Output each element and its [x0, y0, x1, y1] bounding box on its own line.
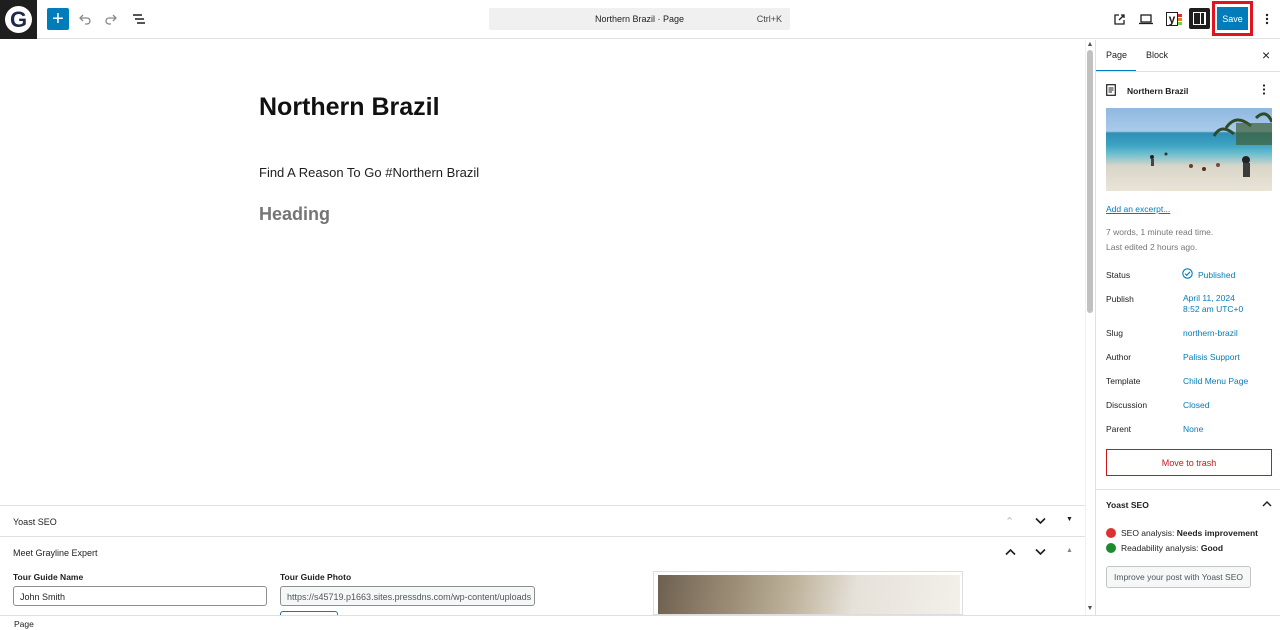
external-link-icon [1113, 13, 1125, 25]
template-label: Template [1106, 376, 1141, 386]
parent-label: Parent [1106, 424, 1132, 434]
undo-button[interactable] [74, 8, 96, 30]
more-vertical-icon [1265, 13, 1269, 25]
site-logo-button[interactable]: G [0, 0, 37, 39]
move-to-trash-button[interactable]: Move to trash [1106, 449, 1272, 476]
save-button[interactable]: Save [1217, 7, 1248, 30]
beach-scene-image [1150, 112, 1272, 177]
list-view-button[interactable] [128, 8, 150, 30]
yoast-seo-metabox-header[interactable]: Yoast SEO ⌃ ▼ [0, 505, 1085, 536]
divider [1096, 489, 1280, 490]
settings-sidebar: Page Block × Northern Brazil Add an exce… [1095, 40, 1280, 615]
post-title[interactable]: Northern Brazil [259, 93, 440, 122]
publish-label: Publish [1106, 294, 1134, 304]
add-excerpt-link[interactable]: Add an excerpt... [1106, 204, 1170, 214]
logo-letter: G [5, 6, 32, 33]
status-value[interactable]: Published [1198, 270, 1235, 280]
template-value[interactable]: Child Menu Page [1183, 376, 1248, 386]
desktop-preview-icon [1139, 14, 1153, 25]
list-view-icon [133, 14, 145, 24]
heading-block[interactable]: Heading [259, 204, 330, 225]
chevron-up-icon[interactable]: ⌃ [1005, 515, 1014, 528]
preview-button[interactable] [1135, 8, 1157, 30]
settings-sidebar-toggle[interactable] [1189, 8, 1210, 29]
yoast-icon: y [1165, 12, 1183, 26]
redo-button[interactable] [100, 8, 122, 30]
redo-icon [105, 14, 117, 25]
chevron-down-icon[interactable] [1035, 517, 1046, 525]
close-icon[interactable]: × [1262, 47, 1270, 63]
view-page-button[interactable] [1108, 8, 1130, 30]
chevron-down-icon[interactable] [1035, 548, 1046, 556]
author-value[interactable]: Palisis Support [1183, 352, 1240, 362]
paragraph-block[interactable]: Find A Reason To Go #Northern Brazil [259, 165, 479, 180]
add-icon: + [52, 8, 64, 30]
tab-block[interactable]: Block [1146, 50, 1168, 60]
discussion-value[interactable]: Closed [1183, 400, 1209, 410]
tour-guide-name-input[interactable]: John Smith [13, 586, 267, 606]
metabox-title: Yoast SEO [13, 517, 57, 527]
undo-icon [79, 14, 91, 25]
yoast-button[interactable]: y [1161, 8, 1183, 30]
add-block-button[interactable]: + [47, 8, 69, 30]
discussion-label: Discussion [1106, 400, 1148, 410]
canvas-scroll-thumb[interactable] [1087, 50, 1093, 313]
scroll-up-icon[interactable]: ▲ [1086, 41, 1094, 48]
page-icon [1106, 84, 1116, 96]
caret-down-icon[interactable]: ▼ [1066, 516, 1073, 523]
tour-guide-name-label: Tour Guide Name [13, 572, 84, 582]
author-label: Author [1106, 352, 1132, 362]
status-label: Status [1106, 270, 1131, 280]
editor-top-bar: G + Northern Brazil · Page Ctrl+K y Save [0, 0, 1280, 39]
metabox-title: Meet Grayline Expert [13, 548, 98, 558]
breadcrumb-item[interactable]: Page [14, 619, 34, 629]
tour-guide-photo-image [658, 575, 960, 614]
featured-image[interactable] [1106, 108, 1272, 191]
command-palette-button[interactable]: Northern Brazil · Page Ctrl+K [489, 8, 790, 30]
scroll-down-icon[interactable]: ▼ [1086, 605, 1094, 612]
yoast-panel-title[interactable]: Yoast SEO [1106, 500, 1149, 510]
readability-good-face-icon [1106, 543, 1116, 553]
last-edited: Last edited 2 hours ago. [1106, 242, 1198, 252]
editor-canvas[interactable]: Northern Brazil Find A Reason To Go #Nor… [0, 40, 1085, 505]
parent-value[interactable]: None [1183, 424, 1203, 434]
publish-time-value[interactable]: 8:52 am UTC+0 [1183, 304, 1243, 314]
publish-date-value[interactable]: April 11, 2024 [1183, 293, 1235, 303]
document-title: Northern Brazil · Page [594, 14, 685, 24]
divider [1096, 71, 1280, 72]
slug-label: Slug [1106, 328, 1124, 338]
options-button[interactable] [1256, 8, 1278, 30]
readability-analysis-text: Readability analysis: Good [1121, 543, 1224, 553]
chevron-up-icon[interactable] [1005, 548, 1016, 556]
page-name: Northern Brazil [1127, 86, 1189, 96]
improve-with-yoast-button[interactable]: Improve your post with Yoast SEO [1106, 566, 1251, 588]
shortcut-hint: Ctrl+K [756, 14, 782, 24]
chevron-up-icon[interactable] [1262, 500, 1272, 507]
block-breadcrumb-bar: Page [0, 615, 1280, 630]
published-check-icon [1182, 268, 1193, 279]
seo-analysis-text: SEO analysis: Needs improvement [1121, 528, 1258, 538]
tour-guide-photo-preview [653, 571, 963, 615]
caret-up-icon[interactable]: ▲ [1066, 547, 1073, 554]
tour-guide-photo-url-input[interactable]: https://s45719.p1663.sites.pressdns.com/… [280, 586, 535, 606]
seo-bad-face-icon [1106, 528, 1116, 538]
word-count: 7 words, 1 minute read time. [1106, 227, 1214, 237]
tour-guide-photo-label: Tour Guide Photo [280, 572, 352, 582]
tab-page[interactable]: Page [1106, 50, 1127, 60]
more-vertical-icon[interactable] [1262, 84, 1266, 95]
save-button-highlight: Save [1212, 1, 1253, 36]
slug-value[interactable]: northern-brazil [1183, 328, 1238, 338]
